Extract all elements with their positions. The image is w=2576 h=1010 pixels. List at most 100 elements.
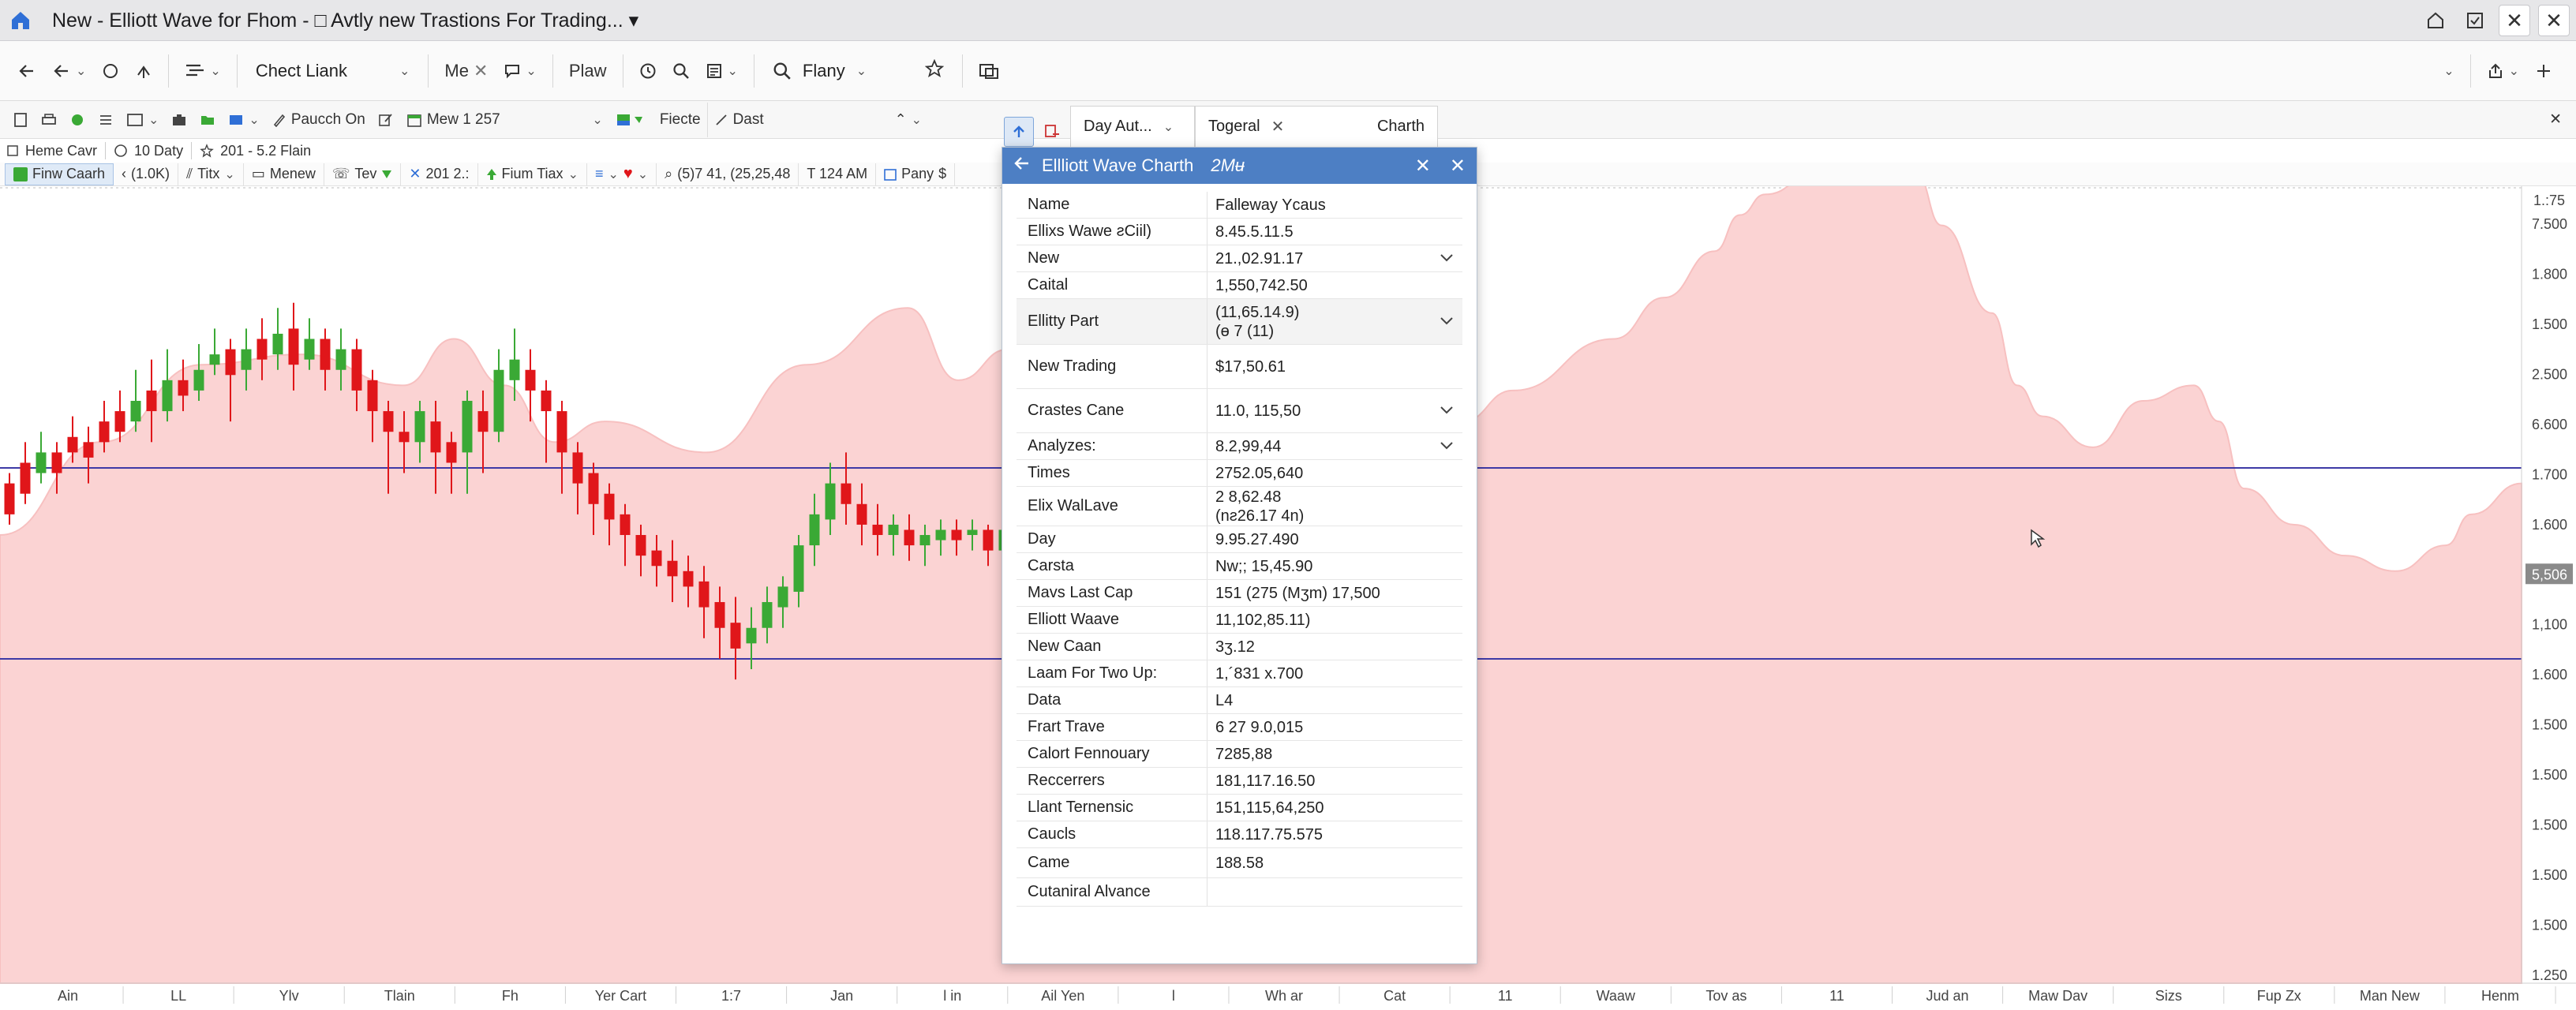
close-small-icon[interactable]: ✕ [474, 61, 488, 81]
close-panel-icon[interactable]: ✕ [2543, 103, 2568, 137]
dast-button[interactable]: Dast [706, 102, 889, 137]
mew-dropdown[interactable]: Mew 1 257 ⌄ [400, 103, 609, 137]
close-dialog-icon[interactable]: ✕ [1450, 155, 1466, 178]
home-icon[interactable] [0, 0, 41, 41]
pany-item[interactable]: Pany $ [876, 163, 956, 185]
property-row[interactable]: Carsta Nw;; 15,45.90 [1017, 553, 1462, 580]
property-row[interactable]: Caital 1,550,742.50 [1017, 272, 1462, 299]
me-button[interactable]: Me ✕ [436, 52, 496, 90]
close-tab-icon[interactable]: ✕ [1271, 117, 1285, 137]
zoom-icon[interactable] [665, 52, 698, 90]
property-row[interactable]: Llant Ternensic 151,115,64,250 [1017, 795, 1462, 821]
arrow-up-icon[interactable] [1004, 117, 1034, 147]
fiumtiax-dropdown[interactable]: Fium Tiax ⌄ [478, 163, 587, 185]
property-row[interactable]: Frart Trave 6 27 9.0,015 [1017, 714, 1462, 741]
pauch-button[interactable]: Paucch On [266, 103, 372, 137]
property-row[interactable]: Times 2752.05,640 [1017, 460, 1462, 487]
back-history-icon[interactable]: ⌄ [44, 52, 94, 90]
price-axis[interactable]: 7.500 1.800 1.500 2.500 6.600 1.700 1.600 5,506… [2525, 216, 2573, 983]
property-row[interactable]: Analyzes: 8.2,99,44 [1017, 433, 1462, 460]
property-row[interactable]: Mavs Last Cap 151 (275 (Mʒm) 17,500 [1017, 580, 1462, 607]
property-row[interactable]: Elliott Waave 11,102,85.11) [1017, 607, 1462, 634]
property-row[interactable]: New Trading $17,50.61 [1017, 345, 1462, 389]
checkbox-icon[interactable] [2459, 5, 2491, 36]
tab-charth-label[interactable]: Charth [1377, 118, 1425, 136]
separator [552, 54, 553, 88]
video-icon[interactable]: ⌄ [222, 103, 265, 137]
dialog-back-icon[interactable] [1013, 155, 1031, 177]
property-row[interactable]: New 21.,02.91.17 [1017, 245, 1462, 272]
edit-icon[interactable] [372, 103, 400, 137]
home-outline-icon[interactable] [2420, 5, 2451, 36]
property-row[interactable]: Caucls 118.117.75.575 [1017, 821, 1462, 848]
property-row[interactable]: Elix WalLave 2 8,62.48 (nƨ26.17 4n) [1017, 487, 1462, 526]
dialog-header[interactable]: Ellliott Wave Charth 2Mʉ ✕ ✕ [1002, 148, 1477, 184]
collapse-icon[interactable]: ⌃ ⌄ [889, 103, 929, 137]
more-icon[interactable] [2527, 52, 2560, 90]
chevron-down-icon[interactable]: ⌄ [2436, 52, 2462, 90]
menew-item[interactable]: ▭ Menew [244, 163, 324, 185]
property-row[interactable]: Came 188.58 [1017, 848, 1462, 878]
check-link-dropdown[interactable]: Chect Liank ⌄ [245, 52, 421, 90]
close-window-icon[interactable]: ✕ [2538, 5, 2570, 36]
alert-item[interactable]: ≡ ⌄ ♥ ⌄ [587, 163, 657, 185]
tev-dropdown[interactable]: ☏ Tev [324, 163, 402, 185]
chevron-down-icon[interactable] [1431, 250, 1462, 267]
image-icon[interactable]: ⌄ [120, 103, 165, 137]
calculator-icon[interactable]: ⌄ [698, 52, 746, 90]
home-item[interactable]: Heme Cavr [6, 143, 97, 159]
share-icon[interactable] [127, 52, 160, 90]
count-item[interactable]: ‹ (1.0K) [114, 163, 179, 185]
chevron-down-icon[interactable] [1431, 402, 1462, 419]
range-item[interactable]: 201 - 5.2 Flain [200, 143, 311, 159]
property-row[interactable]: Day 9.95.27.490 [1017, 526, 1462, 553]
refresh-icon[interactable] [94, 52, 127, 90]
export-icon[interactable] [1037, 117, 1067, 147]
days-item[interactable]: 10 Daty [114, 143, 183, 159]
list-icon[interactable] [92, 103, 120, 137]
page-icon[interactable] [6, 103, 35, 137]
clock-icon[interactable] [631, 52, 665, 90]
property-row[interactable]: Reccerrers 181,117.16.50 [1017, 768, 1462, 795]
tab-day-auto[interactable]: Day Aut... ⌄ [1070, 106, 1195, 147]
plaw-button[interactable]: Plaw [561, 52, 615, 90]
titx-dropdown[interactable]: ⫽ Titx ⌄ [178, 163, 244, 185]
property-row[interactable]: Calort Fennouary 7285,88 [1017, 741, 1462, 768]
chevron-down-icon[interactable] [1431, 313, 1462, 330]
property-row[interactable]: Ellixs Wawe ƨCiil) 8.45.5.11.5 [1017, 219, 1462, 245]
comment-icon[interactable]: ⌄ [496, 52, 544, 90]
property-value: 8.45.5.11.5 [1215, 223, 1294, 241]
fiecte-button[interactable]: Fiecte [653, 103, 707, 137]
color-flag-icon[interactable] [609, 103, 653, 137]
tab-togeral[interactable]: Togeral ✕ Charth [1195, 106, 1438, 147]
screenshot-icon[interactable] [971, 52, 1007, 90]
print-icon[interactable] [35, 103, 63, 137]
property-row[interactable]: Cutaniral Alvance [1017, 878, 1462, 907]
indicators-icon[interactable]: ⌄ [177, 52, 228, 90]
property-key: Carsta [1017, 553, 1208, 579]
upload-icon[interactable]: ⌄ [2479, 52, 2527, 90]
search-box[interactable]: Flany ⌄ [762, 52, 954, 90]
star-icon[interactable] [924, 58, 945, 83]
indicator-icon: ≡ [594, 166, 604, 181]
time-tick-label: Tov as [1705, 988, 1747, 1004]
elliott-wave-dialog[interactable]: Ellliott Wave Charth 2Mʉ ✕ ✕ Name Fallewa… [1002, 147, 1477, 964]
property-row[interactable]: Laam For Two Up: 1,´831 x.700 [1017, 660, 1462, 687]
titx-label: Titx [197, 166, 220, 181]
close-icon[interactable]: ✕ [2499, 5, 2530, 36]
search-value[interactable]: Flany [803, 61, 845, 81]
green-gear-icon[interactable] [63, 103, 92, 137]
folder-icon[interactable] [193, 103, 222, 137]
num-item[interactable]: ✕ 201 2.: [401, 163, 478, 185]
chevron-down-icon[interactable] [1431, 438, 1462, 454]
camera-icon[interactable] [165, 103, 193, 137]
minimize-dialog-icon[interactable]: ✕ [1415, 155, 1431, 178]
back-icon[interactable] [9, 52, 44, 90]
property-row[interactable]: Data L4 [1017, 687, 1462, 714]
chart-tab[interactable]: Finw Caarh [5, 163, 114, 185]
property-row[interactable]: Crastes Cane 11.0, 115,50 [1017, 389, 1462, 433]
property-row[interactable]: New Caan 3ʒ.12 [1017, 634, 1462, 660]
property-row[interactable]: Ellitty Part (11,65.14.9) (ɵ 7 (11) [1017, 299, 1462, 345]
time-axis[interactable]: Ain LL Ylv Tlain Fh Yer Cart 1:7 Jan l in Ail Yen… [58, 986, 2556, 1004]
property-row[interactable]: Name Falleway Ycaus [1017, 192, 1462, 219]
